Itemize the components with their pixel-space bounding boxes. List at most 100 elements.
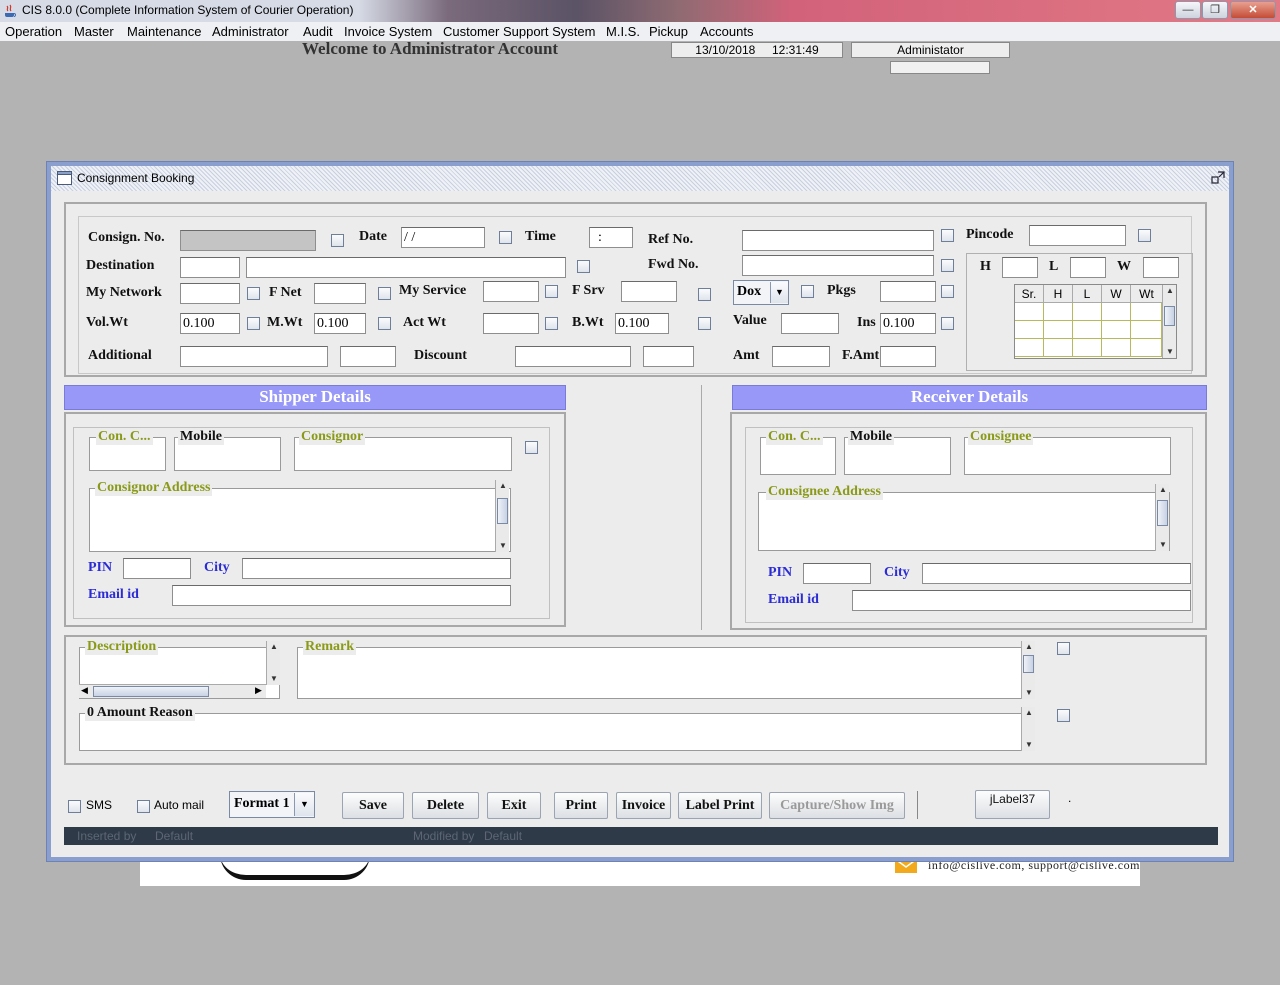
shipper-pin-field[interactable] [123, 558, 191, 579]
scroll-up-icon[interactable]: ▲ [1163, 285, 1177, 297]
scroll-down-icon[interactable]: ▼ [1022, 687, 1036, 699]
menu-mis[interactable]: M.I.S. [606, 24, 640, 39]
remark-scrollbar[interactable]: ▲ ▼ [1021, 641, 1035, 699]
additional-field[interactable] [180, 346, 328, 367]
scroll-down-icon[interactable]: ▼ [1022, 739, 1036, 751]
receiver-email-field[interactable] [852, 590, 1191, 611]
f-net-field[interactable] [314, 283, 366, 304]
scroll-left-icon[interactable]: ◀ [81, 685, 88, 696]
shipper-city-field[interactable] [242, 558, 511, 579]
f-net-checkbox[interactable] [378, 287, 391, 300]
time-field[interactable]: : [589, 227, 633, 248]
scroll-thumb[interactable] [1157, 500, 1168, 526]
scroll-down-icon[interactable]: ▼ [1163, 346, 1177, 358]
scroll-up-icon[interactable]: ▲ [1022, 707, 1036, 719]
destination-code-field[interactable] [180, 257, 240, 278]
my-service-checkbox[interactable] [545, 285, 558, 298]
scroll-thumb[interactable] [1023, 655, 1034, 673]
auto-mail-checkbox[interactable] [137, 800, 150, 813]
b-wt-checkbox[interactable] [698, 317, 711, 330]
pkgs-checkbox[interactable] [941, 285, 954, 298]
f-srv-field[interactable] [621, 281, 677, 302]
shipper-email-field[interactable] [172, 585, 511, 606]
b-wt-field[interactable]: 0.100 [615, 313, 669, 334]
menu-customer-support[interactable]: Customer Support System [443, 24, 595, 39]
my-service-field[interactable] [483, 281, 539, 302]
sms-checkbox[interactable] [68, 800, 81, 813]
date-checkbox[interactable] [499, 231, 512, 244]
capture-show-img-button[interactable]: Capture/Show Img [769, 792, 905, 819]
scroll-up-icon[interactable]: ▲ [267, 641, 281, 653]
ref-no-field[interactable] [742, 230, 934, 251]
menu-invoice-system[interactable]: Invoice System [344, 24, 432, 39]
menu-audit[interactable]: Audit [303, 24, 333, 39]
vol-wt-checkbox[interactable] [247, 317, 260, 330]
receiver-pin-field[interactable] [803, 563, 871, 584]
consignor-address-field[interactable] [89, 488, 511, 552]
pincode-checkbox[interactable] [1138, 229, 1151, 242]
my-network-checkbox[interactable] [247, 287, 260, 300]
scroll-up-icon[interactable]: ▲ [1156, 484, 1170, 496]
date-field[interactable]: / / [401, 227, 485, 248]
consignor-address-scrollbar[interactable]: ▲ ▼ [495, 480, 509, 552]
f-amt-field[interactable] [880, 346, 936, 367]
remark-checkbox[interactable] [1057, 642, 1070, 655]
value-field[interactable] [781, 313, 839, 334]
menu-pickup[interactable]: Pickup [649, 24, 688, 39]
jlabel37-button[interactable]: jLabel37 [975, 790, 1050, 819]
zero-amount-scrollbar[interactable]: ▲ ▼ [1021, 707, 1035, 751]
act-wt-field[interactable] [483, 313, 539, 334]
shipper-checkbox[interactable] [525, 441, 538, 454]
dim-h-field[interactable] [1002, 257, 1038, 278]
dim-w-field[interactable] [1143, 257, 1179, 278]
menu-operation[interactable]: Operation [5, 24, 62, 39]
close-button[interactable]: ✕ [1230, 1, 1276, 19]
amt-field[interactable] [772, 346, 830, 367]
consignee-address-scrollbar[interactable]: ▲ ▼ [1155, 484, 1169, 551]
print-button[interactable]: Print [554, 792, 608, 819]
ins-field[interactable]: 0.100 [880, 313, 936, 334]
ref-no-checkbox[interactable] [941, 229, 954, 242]
pkgs-field[interactable] [880, 281, 936, 302]
vol-wt-field[interactable]: 0.100 [180, 313, 240, 334]
scroll-up-icon[interactable]: ▲ [1022, 641, 1036, 653]
dox-checkbox[interactable] [801, 285, 814, 298]
scroll-down-icon[interactable]: ▼ [1156, 539, 1170, 551]
description-vscrollbar[interactable]: ▲ ▼ [266, 641, 280, 685]
scroll-down-icon[interactable]: ▼ [267, 673, 281, 685]
dox-combo[interactable]: Dox ▼ [733, 280, 789, 305]
my-network-field[interactable] [180, 283, 240, 304]
scroll-up-icon[interactable]: ▲ [496, 480, 510, 492]
consign-no-field[interactable] [180, 230, 316, 251]
m-wt-field[interactable]: 0.100 [314, 313, 366, 334]
menu-accounts[interactable]: Accounts [700, 24, 753, 39]
receiver-city-field[interactable] [922, 563, 1191, 584]
scroll-thumb[interactable] [497, 498, 508, 524]
dim-l-field[interactable] [1070, 257, 1106, 278]
destination-checkbox[interactable] [577, 260, 590, 273]
pincode-field[interactable] [1029, 225, 1126, 246]
label-print-button[interactable]: Label Print [678, 792, 762, 819]
exit-button[interactable]: Exit [487, 792, 541, 819]
consignee-address-field[interactable] [758, 492, 1170, 551]
scroll-thumb[interactable] [1164, 306, 1175, 326]
additional-amount-field[interactable] [340, 346, 396, 367]
act-wt-checkbox[interactable] [545, 317, 558, 330]
format-combo[interactable]: Format 1 ▼ [229, 791, 315, 818]
minimize-button[interactable]: — [1175, 1, 1201, 19]
zero-amount-checkbox[interactable] [1057, 709, 1070, 722]
frame-maximize-icon[interactable] [1211, 171, 1225, 185]
maximize-button[interactable]: ❐ [1202, 1, 1228, 19]
fwd-no-field[interactable] [742, 255, 934, 276]
m-wt-checkbox[interactable] [378, 317, 391, 330]
fwd-no-checkbox[interactable] [941, 259, 954, 272]
menu-administrator[interactable]: Administrator [212, 24, 289, 39]
scroll-right-icon[interactable]: ▶ [255, 685, 262, 696]
menu-maintenance[interactable]: Maintenance [127, 24, 201, 39]
zero-amount-reason-field[interactable] [79, 713, 1035, 751]
dimensions-grid[interactable] [1015, 303, 1162, 359]
save-button[interactable]: Save [342, 792, 404, 819]
dimensions-scrollbar[interactable]: ▲ ▼ [1162, 285, 1176, 358]
delete-button[interactable]: Delete [412, 792, 479, 819]
hscroll-thumb[interactable] [93, 686, 209, 697]
